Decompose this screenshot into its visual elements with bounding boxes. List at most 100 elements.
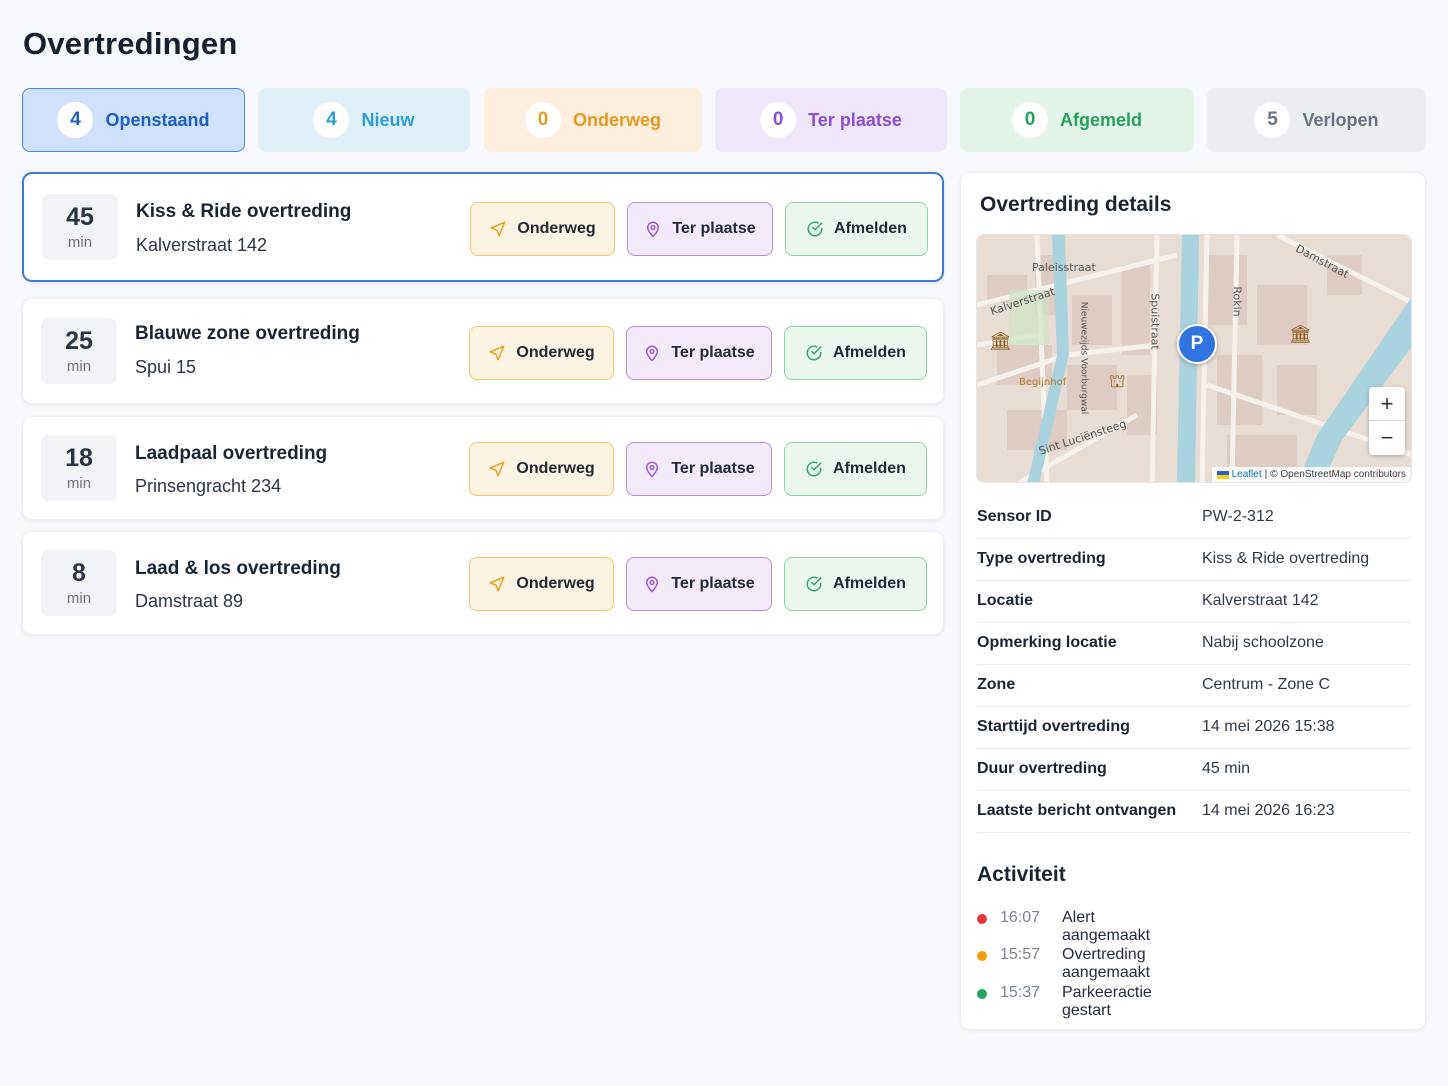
- elapsed-time-box: 18 min: [41, 435, 117, 501]
- navigation-arrow-icon: [489, 461, 505, 477]
- violation-card[interactable]: 8 min Laad & los overtreding Damstraat 8…: [22, 531, 944, 635]
- tab-afgemeld[interactable]: 0 Afgemeld: [960, 88, 1194, 152]
- onderweg-button[interactable]: Onderweg: [470, 202, 615, 256]
- map-pin-icon: [647, 221, 660, 238]
- detail-row: Locatie Kalverstraat 142: [977, 581, 1411, 623]
- tab-onderweg[interactable]: 0 Onderweg: [484, 88, 702, 152]
- navigation-arrow-icon: [489, 576, 505, 592]
- activity-time: 15:37: [1000, 984, 1041, 1001]
- page-title: Overtredingen: [23, 26, 238, 61]
- detail-value: 45 min: [1202, 760, 1251, 777]
- tab-ter-plaatse[interactable]: 0 Ter plaatse: [715, 88, 947, 152]
- status-dot: [977, 951, 987, 961]
- detail-label: Locatie: [977, 592, 1034, 609]
- detail-value: Centrum - Zone C: [1202, 676, 1331, 693]
- tab-label: Afgemeld: [1059, 109, 1142, 130]
- status-filter-tabs: 4 Openstaand 4 Nieuw 0 Onderweg 0 Ter pl…: [22, 88, 1426, 152]
- tab-count: 5: [1254, 102, 1291, 138]
- detail-row: Type overtreding Kiss & Ride overtreding: [977, 539, 1411, 581]
- map-zoom-control: + −: [1369, 387, 1405, 455]
- tab-label: Verlopen: [1302, 109, 1379, 130]
- status-dot: [977, 989, 987, 999]
- zoom-in-button[interactable]: +: [1369, 387, 1405, 421]
- tab-openstaand[interactable]: 4 Openstaand: [22, 88, 245, 152]
- ter-plaatse-button-label: Ter plaatse: [672, 220, 756, 237]
- attribution-separator: |: [1264, 469, 1268, 480]
- location-map[interactable]: 🏛 ⛫ 🏛 Paleisstraat Kalverstraat Damstraa…: [976, 234, 1412, 483]
- violation-title: Blauwe zone overtreding: [135, 323, 360, 344]
- tab-nieuw[interactable]: 4 Nieuw: [258, 88, 470, 152]
- onderweg-button-label: Onderweg: [517, 220, 596, 237]
- street-label: Paleisstraat: [1032, 261, 1096, 274]
- detail-value: PW-2-312: [1202, 508, 1274, 525]
- afmelden-button[interactable]: Afmelden: [784, 326, 927, 380]
- detail-value: Kalverstraat 142: [1202, 592, 1319, 609]
- detail-label: Type overtreding: [977, 550, 1106, 567]
- violation-title: Kiss & Ride overtreding: [136, 201, 352, 222]
- map-pin-icon: [646, 576, 659, 593]
- activity-text: Parkeeractie gestart: [1062, 984, 1152, 1019]
- tab-count: 0: [760, 102, 797, 138]
- activity-title: Activiteit: [977, 863, 1066, 886]
- afmelden-button[interactable]: Afmelden: [784, 442, 927, 496]
- check-circle-icon: [806, 345, 822, 361]
- zoom-out-button[interactable]: −: [1369, 421, 1405, 455]
- svg-text:🏛: 🏛: [1289, 324, 1312, 345]
- ukraine-flag-icon: [1216, 470, 1229, 479]
- details-title: Overtreding details: [980, 193, 1172, 216]
- detail-label: Zone: [977, 676, 1016, 693]
- ter-plaatse-button-label: Ter plaatse: [671, 460, 755, 477]
- ter-plaatse-button[interactable]: Ter plaatse: [626, 557, 772, 611]
- onderweg-button[interactable]: Onderweg: [469, 557, 614, 611]
- afmelden-button[interactable]: Afmelden: [785, 202, 928, 256]
- activity-time: 16:07: [1000, 909, 1041, 926]
- violation-title: Laad & los overtreding: [135, 558, 341, 579]
- detail-label: Opmerking locatie: [977, 634, 1117, 651]
- check-circle-icon: [806, 461, 822, 477]
- ter-plaatse-button[interactable]: Ter plaatse: [626, 442, 772, 496]
- detail-row: Zone Centrum - Zone C: [977, 665, 1411, 707]
- leaflet-link-label: Leaflet: [1231, 469, 1262, 480]
- tab-count: 0: [1011, 102, 1048, 138]
- afmelden-button-label: Afmelden: [833, 460, 906, 477]
- afmelden-button[interactable]: Afmelden: [784, 557, 927, 611]
- violation-address: Spui 15: [135, 357, 197, 377]
- activity-time: 15:57: [1000, 946, 1041, 963]
- ter-plaatse-button[interactable]: Ter plaatse: [627, 202, 773, 256]
- tab-count: 4: [57, 102, 94, 138]
- detail-row: Opmerking locatie Nabij schoolzone: [977, 623, 1411, 665]
- street-label: Rokin: [1230, 286, 1244, 317]
- leaflet-link[interactable]: Leaflet: [1216, 469, 1262, 480]
- elapsed-minutes: 8: [72, 559, 86, 587]
- tab-count: 4: [313, 102, 350, 138]
- detail-label: Sensor ID: [977, 508, 1052, 525]
- violation-card[interactable]: 45 min Kiss & Ride overtreding Kalverstr…: [22, 172, 944, 282]
- onderweg-button[interactable]: Onderweg: [469, 442, 614, 496]
- tab-verlopen[interactable]: 5 Verlopen: [1207, 88, 1426, 152]
- map-pin-icon: [646, 461, 659, 478]
- details-panel: Overtreding details 🏛 ⛫ 🏛 Paleisstraat K…: [960, 172, 1426, 1030]
- elapsed-unit: min: [67, 234, 93, 251]
- map-attribution: Leaflet | © OpenStreetMap contributors: [1211, 467, 1411, 482]
- activity-text: Alert aangemaakt: [1062, 909, 1151, 944]
- check-circle-icon: [807, 221, 823, 237]
- detail-value: Nabij schoolzone: [1202, 634, 1324, 651]
- elapsed-time-box: 45 min: [42, 194, 118, 260]
- street-label: Nieuwezijds Voorburgwal: [1078, 301, 1089, 415]
- detail-row: Laatste bericht ontvangen 14 mei 2026 16…: [977, 791, 1411, 833]
- navigation-arrow-icon: [490, 221, 506, 237]
- violation-card[interactable]: 18 min Laadpaal overtreding Prinsengrach…: [22, 416, 944, 520]
- onderweg-button[interactable]: Onderweg: [469, 326, 614, 380]
- svg-text:🏛: 🏛: [989, 331, 1012, 352]
- details-table: Sensor ID PW-2-312 Type overtreding Kiss…: [977, 497, 1411, 833]
- elapsed-minutes: 18: [65, 444, 93, 472]
- ter-plaatse-button[interactable]: Ter plaatse: [626, 326, 772, 380]
- violation-card[interactable]: 25 min Blauwe zone overtreding Spui 15 O…: [22, 298, 944, 404]
- parking-marker[interactable]: P: [1177, 324, 1217, 364]
- detail-row: Duur overtreding 45 min: [977, 749, 1411, 791]
- elapsed-minutes: 25: [65, 327, 93, 355]
- elapsed-minutes: 45: [66, 203, 94, 231]
- map-pin-icon: [646, 345, 659, 362]
- elapsed-unit: min: [66, 590, 92, 607]
- violation-title: Laadpaal overtreding: [135, 443, 328, 464]
